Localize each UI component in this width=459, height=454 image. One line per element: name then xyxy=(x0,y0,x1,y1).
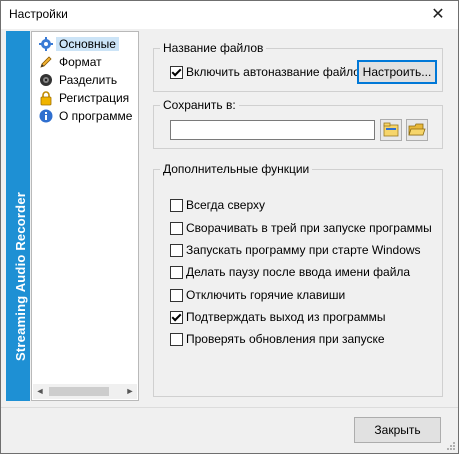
nav-item-label: Регистрация xyxy=(59,91,130,105)
extra-functions-title: Дополнительные функции xyxy=(160,162,313,176)
auto-name-checkbox[interactable] xyxy=(170,66,183,79)
scroll-left-icon[interactable]: ◄ xyxy=(34,385,46,398)
confirm-exit-label: Подтверждать выход из программы xyxy=(186,310,386,324)
close-button[interactable]: Закрыть xyxy=(354,417,441,443)
option-always-on-top[interactable]: Всегда сверху xyxy=(170,198,430,214)
speaker-icon xyxy=(40,74,52,86)
option-run-at-startup[interactable]: Запускать программу при старте Windows xyxy=(170,243,430,259)
info-icon xyxy=(39,109,53,123)
settings-nav-list: Основные Формат Разделить Регистрация О … xyxy=(31,31,139,401)
check-updates-label: Проверять обновления при запуске xyxy=(186,332,385,346)
filename-group-title: Название файлов xyxy=(160,41,267,55)
nav-item-format[interactable]: Формат xyxy=(36,53,138,71)
option-check-updates[interactable]: Проверять обновления при запуске xyxy=(170,332,430,348)
nav-item-label: О программе xyxy=(59,109,133,123)
disable-hotkeys-label: Отключить горячие клавиши xyxy=(186,288,346,302)
check-updates-checkbox[interactable] xyxy=(170,333,183,346)
auto-name-label: Включить автоназвание файлов xyxy=(186,65,367,79)
app-banner-text: Streaming Audio Recorder xyxy=(13,191,28,361)
disable-hotkeys-checkbox[interactable] xyxy=(170,289,183,302)
save-location-group: Сохранить в: xyxy=(153,98,443,149)
always-on-top-label: Всегда сверху xyxy=(186,198,265,212)
browse-folder-button[interactable] xyxy=(380,119,402,141)
pause-after-filename-checkbox[interactable] xyxy=(170,266,183,279)
open-folder-icon xyxy=(408,123,426,136)
auto-name-option[interactable]: Включить автоназвание файлов xyxy=(170,65,366,81)
title-bar[interactable]: Настройки ✕ xyxy=(1,1,458,29)
nav-item-label: Основные xyxy=(56,37,119,51)
save-location-title: Сохранить в: xyxy=(160,98,239,112)
confirm-exit-checkbox[interactable] xyxy=(170,311,183,324)
nav-item-general[interactable]: Основные xyxy=(36,35,138,53)
scroll-right-icon[interactable]: ► xyxy=(124,385,136,398)
minimize-to-tray-label: Сворачивать в трей при запуске программы xyxy=(186,221,432,235)
extra-functions-group: Дополнительные функции Всегда сверху Сво… xyxy=(153,162,443,397)
option-confirm-exit[interactable]: Подтверждать выход из программы xyxy=(170,310,430,326)
open-folder-button[interactable] xyxy=(406,119,428,141)
folder-browse-icon xyxy=(383,122,399,137)
pencil-icon xyxy=(40,56,52,68)
configure-button[interactable]: Настроить... xyxy=(357,60,437,84)
horizontal-scrollbar[interactable]: ◄ ► xyxy=(33,384,137,399)
filename-group: Название файлов Включить автоназвание фа… xyxy=(153,41,443,92)
gear-icon xyxy=(39,37,53,51)
lock-icon xyxy=(40,91,52,106)
run-at-startup-label: Запускать программу при старте Windows xyxy=(186,243,421,257)
run-at-startup-checkbox[interactable] xyxy=(170,244,183,257)
footer-divider xyxy=(1,407,458,408)
nav-item-about[interactable]: О программе xyxy=(36,107,138,125)
pause-after-filename-label: Делать паузу после ввода имени файла xyxy=(186,265,411,279)
window-title: Настройки xyxy=(9,7,68,21)
nav-item-label: Разделить xyxy=(59,73,118,87)
minimize-to-tray-checkbox[interactable] xyxy=(170,222,183,235)
option-pause-after-filename[interactable]: Делать паузу после ввода имени файла xyxy=(170,265,430,281)
resize-grip-icon[interactable] xyxy=(446,441,456,451)
close-icon[interactable]: ✕ xyxy=(428,5,448,25)
always-on-top-checkbox[interactable] xyxy=(170,199,183,212)
option-minimize-to-tray[interactable]: Сворачивать в трей при запуске программы xyxy=(170,221,432,237)
nav-item-label: Формат xyxy=(59,55,102,69)
settings-window: Настройки ✕ Streaming Audio Recorder Осн… xyxy=(0,0,459,454)
nav-item-split[interactable]: Разделить xyxy=(36,71,138,89)
option-disable-hotkeys[interactable]: Отключить горячие клавиши xyxy=(170,288,430,304)
nav-item-registration[interactable]: Регистрация xyxy=(36,89,138,107)
save-path-input[interactable] xyxy=(170,120,375,140)
scrollbar-thumb[interactable] xyxy=(49,387,109,396)
